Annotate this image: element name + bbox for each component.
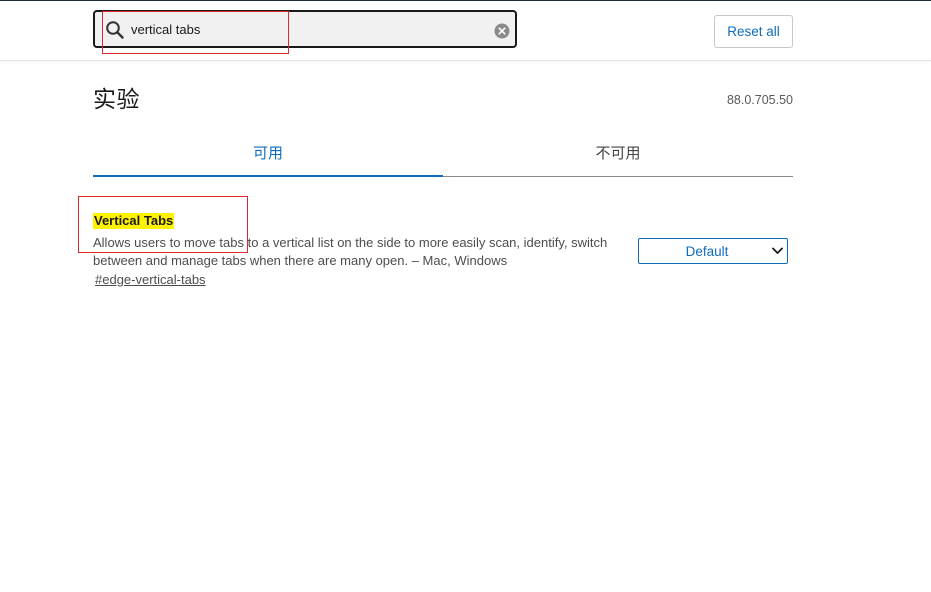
flag-state-select[interactable]: Default: [638, 238, 788, 264]
header-bar: Reset all: [0, 1, 931, 61]
flag-description: Allows users to move tabs to a vertical …: [93, 235, 608, 268]
clear-icon[interactable]: [494, 23, 510, 39]
tab-unavailable[interactable]: 不可用: [443, 142, 793, 178]
flag-state-value: Default: [685, 244, 729, 259]
tab-active-indicator: [93, 175, 443, 177]
flag-permalink[interactable]: #edge-vertical-tabs: [95, 272, 206, 287]
page-title: 实验: [93, 87, 140, 113]
version-label: 88.0.705.50: [726, 93, 793, 107]
chevron-down-icon: [772, 247, 783, 254]
flag-title: Vertical Tabs: [93, 213, 175, 229]
reset-all-button[interactable]: Reset all: [714, 15, 793, 48]
annotation-box-search: [102, 11, 289, 54]
tab-available[interactable]: 可用: [93, 142, 443, 178]
